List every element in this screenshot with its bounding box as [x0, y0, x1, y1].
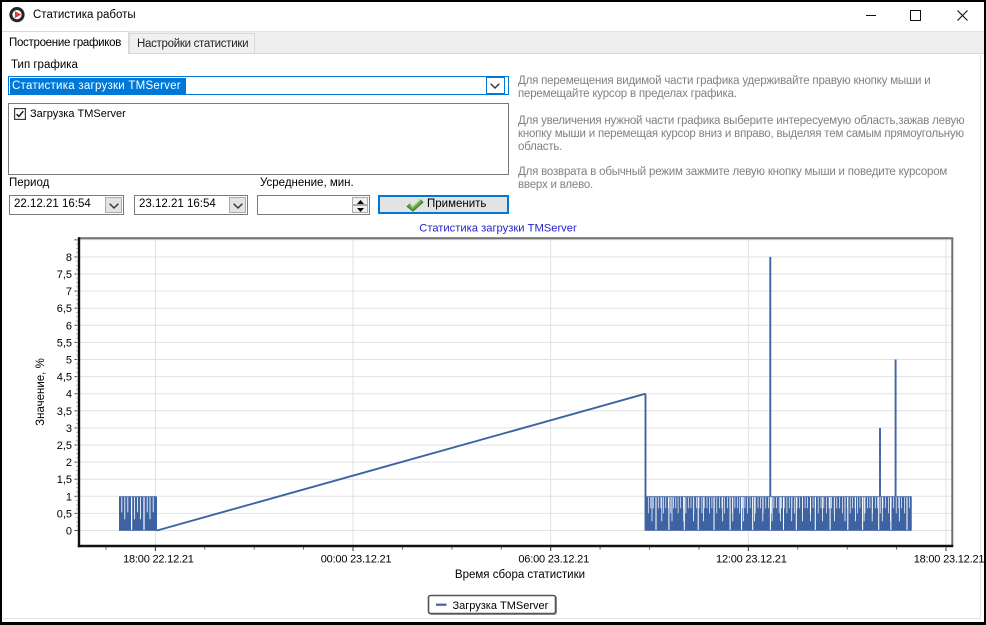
- svg-text:Время сбора статистики: Время сбора статистики: [455, 569, 585, 581]
- svg-text:Статистика загрузки TMServer: Статистика загрузки TMServer: [419, 223, 577, 235]
- svg-text:4,5: 4,5: [57, 372, 72, 384]
- svg-text:Загрузка TMServer: Загрузка TMServer: [453, 600, 549, 612]
- svg-text:06:00 23.12.21: 06:00 23.12.21: [518, 554, 589, 566]
- svg-text:1,5: 1,5: [57, 474, 72, 486]
- svg-text:Значение, %: Значение, %: [35, 358, 47, 426]
- svg-text:7,5: 7,5: [57, 269, 72, 281]
- svg-text:6,5: 6,5: [57, 303, 72, 315]
- svg-text:1: 1: [66, 491, 72, 503]
- svg-text:8: 8: [66, 252, 72, 264]
- svg-text:2: 2: [66, 457, 72, 469]
- svg-text:6: 6: [66, 320, 72, 332]
- svg-text:00:00 23.12.21: 00:00 23.12.21: [321, 554, 392, 566]
- svg-text:0: 0: [66, 526, 72, 538]
- svg-text:7: 7: [66, 286, 72, 298]
- svg-text:5: 5: [66, 355, 72, 367]
- svg-text:18:00 23.12.21: 18:00 23.12.21: [914, 554, 984, 566]
- svg-text:5,5: 5,5: [57, 337, 72, 349]
- svg-text:18:00 22.12.21: 18:00 22.12.21: [123, 554, 194, 566]
- svg-text:0,5: 0,5: [57, 508, 72, 520]
- svg-text:2,5: 2,5: [57, 440, 72, 452]
- svg-text:3,5: 3,5: [57, 406, 72, 418]
- svg-text:3: 3: [66, 423, 72, 435]
- svg-text:4: 4: [66, 389, 72, 401]
- svg-text:12:00 23.12.21: 12:00 23.12.21: [716, 554, 787, 566]
